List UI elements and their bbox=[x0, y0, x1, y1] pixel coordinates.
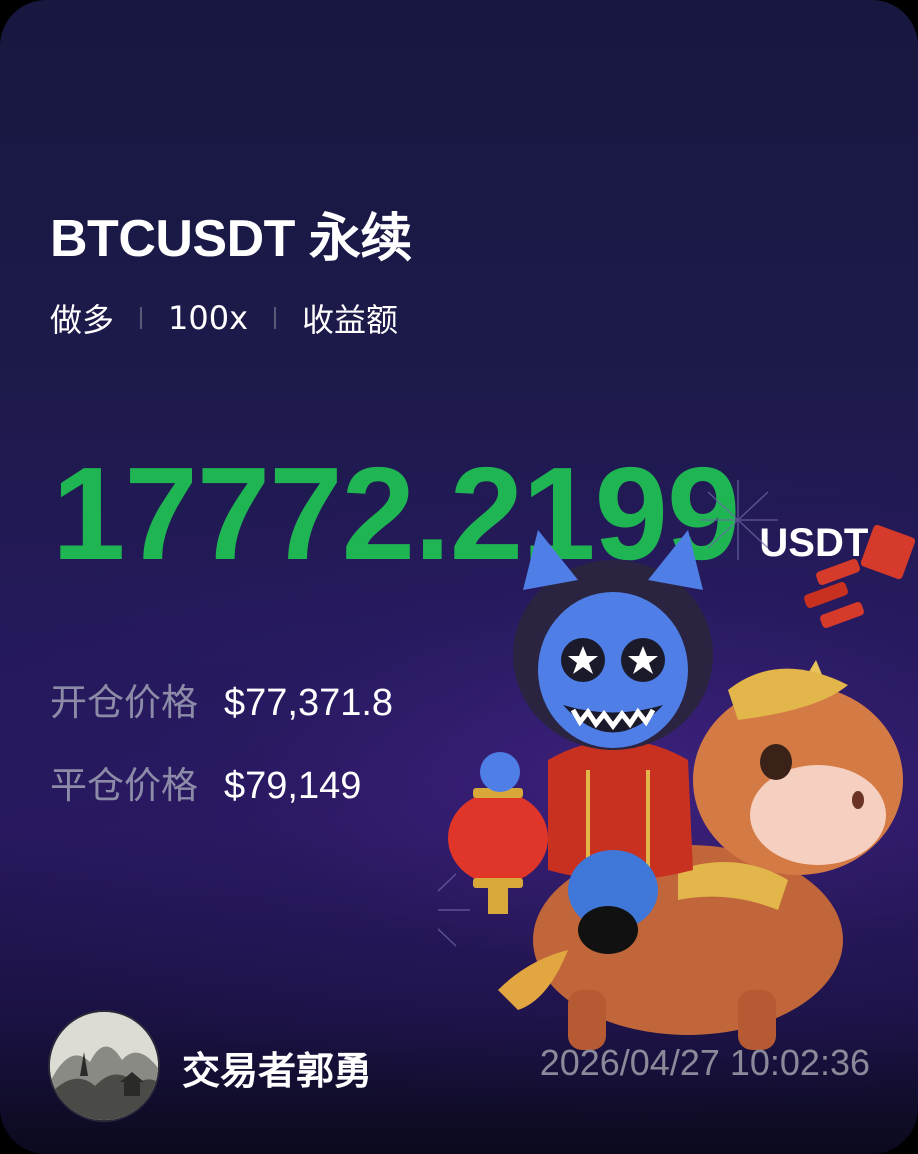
symbol: BTCUSDT bbox=[50, 210, 295, 268]
position-meta: 做多 100x 收益额 bbox=[50, 295, 398, 341]
footer: 交易者郭勇 2026/04/27 10:02:36 bbox=[48, 1010, 878, 1122]
leverage: 100x bbox=[168, 299, 249, 337]
close-price-value: $79,149 bbox=[224, 765, 362, 807]
landscape-painting-avatar-icon bbox=[50, 1012, 158, 1120]
close-price-row: 平仓价格 $79,149 bbox=[50, 755, 361, 809]
firecracker-icon bbox=[804, 524, 916, 628]
close-price-label: 平仓价格 bbox=[50, 764, 198, 807]
open-price-label: 开仓价格 bbox=[50, 681, 198, 724]
user-avatar bbox=[48, 1010, 160, 1122]
divider bbox=[140, 307, 143, 329]
firework-icon bbox=[438, 873, 470, 947]
metric-label: 收益额 bbox=[302, 301, 399, 339]
contract-title: BTCUSDT 永续 bbox=[50, 196, 412, 271]
open-price-row: 开仓价格 $77,371.8 bbox=[50, 672, 393, 726]
pnl-share-card: BTCUSDT 永续 做多 100x 收益额 17772.2199 USDT 开… bbox=[0, 0, 918, 1154]
divider bbox=[274, 307, 277, 329]
position-side: 做多 bbox=[50, 301, 115, 339]
username: 交易者郭勇 bbox=[182, 1049, 373, 1093]
mascot-riding-horse-illustration bbox=[438, 480, 916, 1050]
open-price-value: $77,371.8 bbox=[224, 682, 394, 724]
firework-icon bbox=[700, 480, 778, 560]
share-timestamp: 2026/04/27 10:02:36 bbox=[539, 1042, 870, 1083]
contract-type: 永续 bbox=[308, 210, 413, 268]
